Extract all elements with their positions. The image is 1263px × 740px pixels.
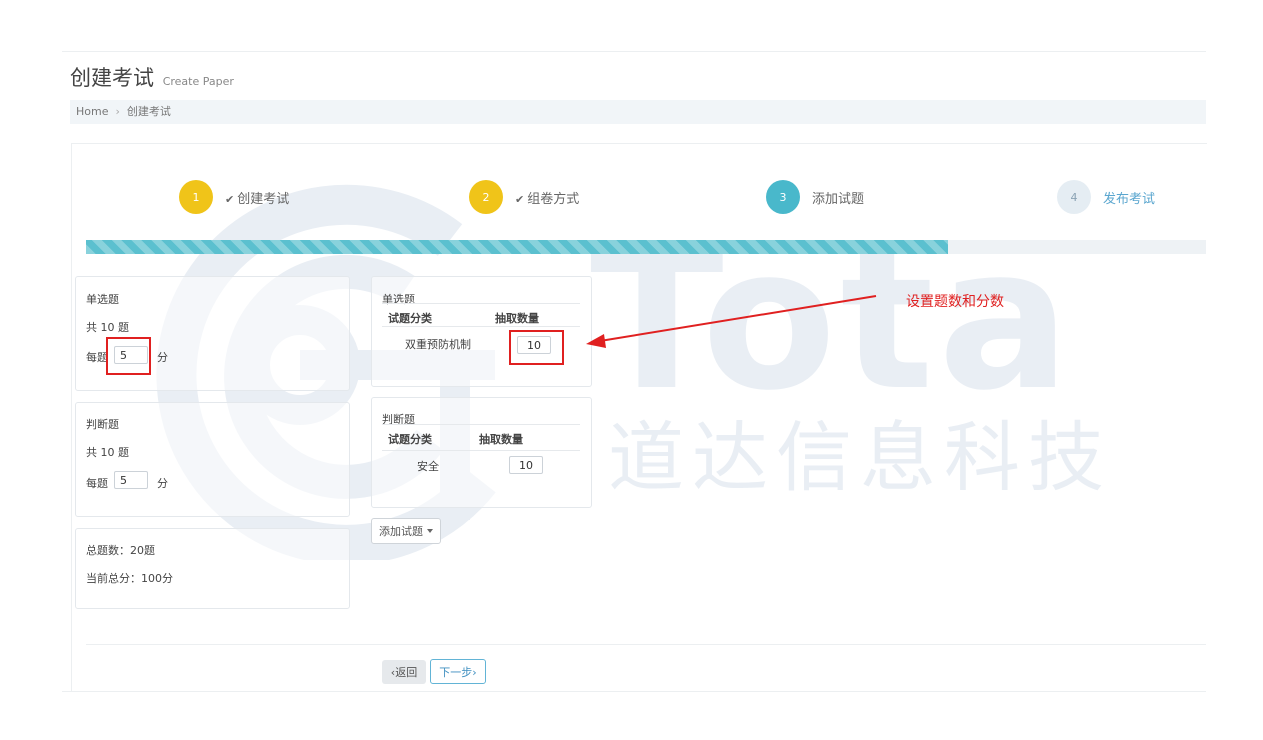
step-2[interactable]: 2 ✔ 组卷方式 <box>469 180 579 214</box>
col-count-header: 抽取数量 <box>495 312 539 325</box>
annotation-arrow-icon <box>586 295 877 348</box>
judge-draw-card: 判断题 试题分类 抽取数量 安全 <box>371 397 592 508</box>
add-question-label: 添加试题 <box>379 525 423 538</box>
footer-divider <box>86 644 1206 645</box>
next-button[interactable]: 下一步› <box>430 659 486 684</box>
page-title-text: 创建考试 <box>70 66 154 90</box>
judge-score-card: 判断题 共 10 题 每题 分 <box>75 402 350 517</box>
check-icon: ✔ <box>225 192 235 206</box>
annotation-text: 设置题数和分数 <box>906 294 1004 310</box>
single-choice-total: 共 10 题 <box>86 321 129 334</box>
bottom-divider <box>62 691 1206 692</box>
breadcrumb-home[interactable]: Home <box>76 105 108 118</box>
top-divider <box>62 51 1206 52</box>
judge-category: 安全 <box>417 460 439 473</box>
divider <box>382 424 580 425</box>
breadcrumb-current: 创建考试 <box>126 105 171 118</box>
step-2-label: 组卷方式 <box>527 191 580 207</box>
judge-count-input[interactable]: 10 <box>509 456 543 474</box>
col-category-header: 试题分类 <box>388 312 432 325</box>
page-subtitle: Create Paper <box>162 75 234 88</box>
single-choice-per-label: 每题 <box>86 351 108 364</box>
single-choice-category: 双重预防机制 <box>405 338 471 351</box>
step-1-label: 创建考试 <box>237 191 290 207</box>
breadcrumb: Home › 创建考试 <box>70 100 1206 124</box>
highlight-box <box>106 337 151 375</box>
single-choice-unit: 分 <box>157 351 168 364</box>
total-questions: 总题数：20题 <box>86 544 155 557</box>
step-1-circle: 1 <box>179 180 213 214</box>
col-category-header: 试题分类 <box>388 433 432 446</box>
divider <box>382 326 580 327</box>
judge-per-label: 每题 <box>86 477 108 490</box>
step-2-circle: 2 <box>469 180 503 214</box>
judge-unit: 分 <box>157 477 168 490</box>
summary-card: 总题数：20题 当前总分：100分 <box>75 528 350 609</box>
step-4-circle: 4 <box>1057 180 1091 214</box>
progress-bar <box>86 240 1206 254</box>
highlight-box <box>509 330 564 365</box>
step-1[interactable]: 1 ✔ 创建考试 <box>179 180 289 214</box>
divider <box>382 303 580 304</box>
step-4-label: 发布考试 <box>1103 191 1156 207</box>
step-3[interactable]: 3 添加试题 <box>766 180 864 214</box>
step-3-label: 添加试题 <box>812 191 865 207</box>
single-choice-title: 单选题 <box>86 293 119 306</box>
add-question-button[interactable]: 添加试题 <box>371 518 441 544</box>
step-3-circle: 3 <box>766 180 800 214</box>
caret-down-icon <box>427 529 433 533</box>
divider <box>382 450 580 451</box>
back-button[interactable]: ‹返回 <box>382 660 426 684</box>
total-score: 当前总分：100分 <box>86 572 173 585</box>
breadcrumb-separator: › <box>115 105 120 118</box>
judge-score-input[interactable]: 5 <box>114 471 148 489</box>
page-title: 创建考试 Create Paper <box>70 64 234 96</box>
col-count-header: 抽取数量 <box>479 433 523 446</box>
step-4[interactable]: 4 发布考试 <box>1057 180 1155 214</box>
check-icon: ✔ <box>515 192 525 206</box>
judge-total: 共 10 题 <box>86 446 129 459</box>
judge-title: 判断题 <box>86 418 119 431</box>
single-choice-draw-title: 单选题 <box>382 293 415 306</box>
progress-fill <box>86 240 949 254</box>
